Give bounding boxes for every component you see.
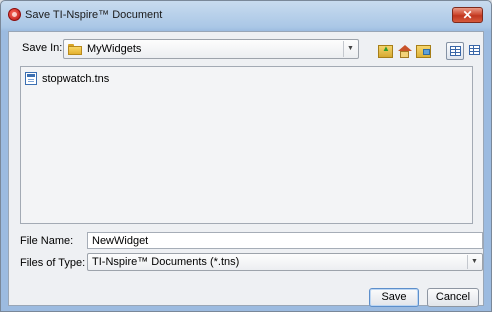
chevron-down-icon[interactable]: ▼ bbox=[343, 41, 357, 57]
save-dialog-window: Save TI-Nspire™ Document ✕ Save In: MyWi… bbox=[0, 0, 492, 312]
close-button[interactable]: ✕ bbox=[452, 7, 483, 23]
list-view-button[interactable] bbox=[446, 42, 464, 60]
list-view-icon bbox=[450, 46, 461, 56]
file-list[interactable]: stopwatch.tns bbox=[20, 66, 473, 224]
home-icon[interactable] bbox=[397, 45, 412, 58]
file-name-label: File Name: bbox=[20, 235, 74, 247]
ti-nspire-app-icon bbox=[8, 8, 21, 21]
save-in-folder: MyWidgets bbox=[87, 43, 142, 55]
file-name-text: stopwatch.tns bbox=[42, 73, 110, 85]
up-one-level-icon[interactable] bbox=[378, 44, 393, 58]
cancel-button[interactable]: Cancel bbox=[427, 288, 479, 307]
file-type-select[interactable]: TI-Nspire™ Documents (*.tns) ▼ bbox=[87, 253, 483, 271]
folder-icon bbox=[68, 43, 82, 55]
save-in-combo[interactable]: MyWidgets ▼ bbox=[63, 39, 359, 59]
dialog-body: Save In: MyWidgets ▼ stopwatch.tns File … bbox=[8, 31, 484, 307]
save-button[interactable]: Save bbox=[369, 288, 419, 307]
title-bar[interactable]: Save TI-Nspire™ Document ✕ bbox=[1, 1, 491, 31]
tns-file-icon bbox=[25, 72, 37, 85]
new-folder-icon[interactable] bbox=[416, 45, 431, 58]
details-view-button[interactable] bbox=[466, 42, 484, 60]
file-type-value: TI-Nspire™ Documents (*.tns) bbox=[92, 256, 240, 268]
chevron-down-icon[interactable]: ▼ bbox=[467, 255, 481, 269]
close-icon: ✕ bbox=[462, 8, 473, 22]
file-type-label: Files of Type: bbox=[20, 257, 86, 269]
details-view-icon bbox=[469, 45, 480, 55]
save-in-label: Save In: bbox=[22, 42, 63, 54]
file-name-value: NewWidget bbox=[92, 235, 149, 247]
window-title: Save TI-Nspire™ Document bbox=[25, 9, 163, 21]
file-name-field[interactable]: NewWidget bbox=[87, 232, 483, 249]
